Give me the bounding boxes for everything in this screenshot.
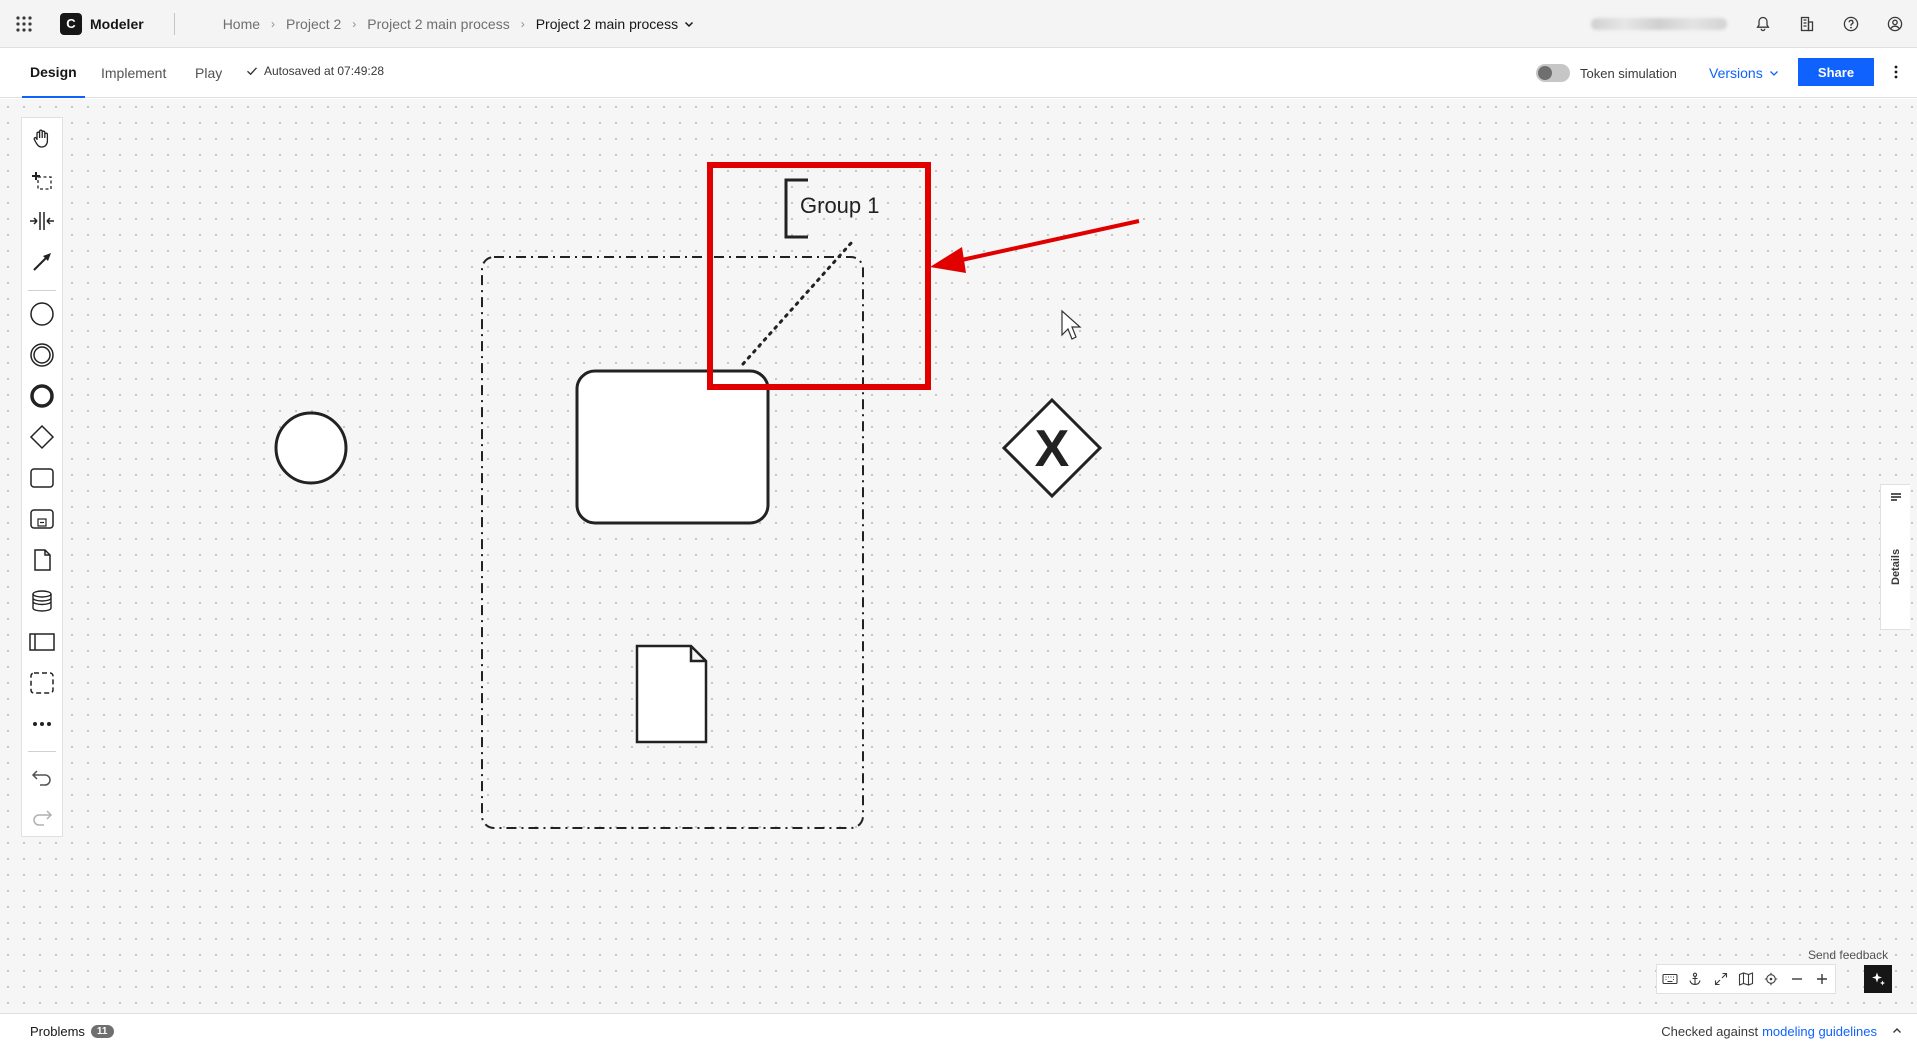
pool-tool-icon[interactable] bbox=[22, 624, 62, 660]
lasso-tool-icon[interactable] bbox=[22, 162, 62, 198]
subprocess-tool-icon[interactable] bbox=[22, 501, 62, 537]
send-feedback-link[interactable]: Send feedback bbox=[1808, 948, 1888, 962]
end-event-tool-icon[interactable] bbox=[22, 378, 62, 414]
zoom-out-icon[interactable] bbox=[1784, 964, 1809, 994]
token-simulation: Token simulation bbox=[1536, 48, 1677, 98]
ai-assistant-icon[interactable] bbox=[1864, 965, 1892, 993]
share-button[interactable]: Share bbox=[1798, 58, 1874, 86]
versions-label: Versions bbox=[1709, 65, 1763, 81]
autosave-text: Autosaved at 07:49:28 bbox=[264, 64, 385, 78]
help-icon[interactable] bbox=[1829, 0, 1873, 48]
versions-button[interactable]: Versions bbox=[1709, 48, 1779, 98]
reset-view-icon[interactable] bbox=[1759, 964, 1784, 994]
breadcrumb-project[interactable]: Project 2 bbox=[286, 16, 341, 32]
breadcrumb-separator: › bbox=[520, 16, 525, 31]
gateway-x-marker: X bbox=[1035, 420, 1070, 478]
problems-count-badge: 11 bbox=[90, 1024, 114, 1038]
breadcrumb-home[interactable]: Home bbox=[223, 16, 260, 32]
mouse-cursor-icon bbox=[1061, 309, 1082, 340]
building-icon[interactable] bbox=[1785, 0, 1829, 48]
hand-tool-icon[interactable] bbox=[22, 121, 62, 157]
data-object-tool-icon[interactable] bbox=[22, 542, 62, 578]
tool-palette bbox=[21, 117, 63, 837]
modeling-guidelines-link[interactable]: modeling guidelines bbox=[1762, 1024, 1877, 1039]
start-event-tool-icon[interactable] bbox=[22, 296, 62, 332]
undo-icon[interactable] bbox=[22, 759, 62, 795]
intermediate-event-tool-icon[interactable] bbox=[22, 337, 62, 373]
token-simulation-label: Token simulation bbox=[1580, 65, 1677, 81]
start-event[interactable] bbox=[274, 411, 348, 485]
camunda-logo: C bbox=[60, 12, 82, 35]
guidelines-status: Checked against modeling guidelines bbox=[1661, 1014, 1877, 1047]
canvas-controls bbox=[1656, 964, 1836, 994]
breadcrumb-separator: › bbox=[271, 16, 276, 31]
tab-implement[interactable]: Implement bbox=[101, 48, 166, 98]
app-name: Modeler bbox=[90, 15, 144, 32]
breadcrumb-process[interactable]: Project 2 main process bbox=[367, 16, 509, 32]
chevron-down-icon bbox=[1769, 71, 1778, 76]
mode-toolbar: Design Implement Play Autosaved at 07:49… bbox=[0, 48, 1917, 98]
chevron-up-icon[interactable] bbox=[1885, 1014, 1909, 1047]
problems-tab[interactable]: Problems 11 bbox=[30, 1014, 114, 1047]
checked-prefix: Checked against bbox=[1661, 1023, 1759, 1039]
space-tool-icon[interactable] bbox=[22, 203, 62, 239]
palette-separator bbox=[28, 290, 56, 291]
data-store-tool-icon[interactable] bbox=[22, 583, 62, 619]
details-label: Details bbox=[1890, 548, 1902, 586]
palette-separator bbox=[28, 751, 56, 752]
user-avatar-icon[interactable] bbox=[1873, 0, 1917, 48]
task-tool-icon[interactable] bbox=[22, 460, 62, 496]
overflow-menu-icon[interactable] bbox=[1884, 58, 1908, 86]
gateway-tool-icon[interactable] bbox=[22, 419, 62, 455]
breadcrumb-separator: › bbox=[352, 16, 357, 31]
token-simulation-toggle[interactable] bbox=[1536, 64, 1570, 82]
panel-menu-icon[interactable] bbox=[1889, 491, 1903, 510]
status-footer: Problems 11 Checked against modeling gui… bbox=[0, 1013, 1917, 1047]
minimap-icon[interactable] bbox=[1733, 964, 1758, 994]
data-object-shape[interactable] bbox=[635, 644, 708, 744]
keyboard-icon[interactable] bbox=[1657, 964, 1682, 994]
user-name-blurred bbox=[1591, 18, 1727, 30]
header-divider bbox=[173, 12, 175, 35]
header-actions bbox=[1591, 0, 1917, 48]
breadcrumb-current[interactable]: Project 2 main process bbox=[536, 16, 694, 32]
breadcrumb-current-label: Project 2 main process bbox=[535, 15, 679, 32]
more-tools-icon[interactable] bbox=[22, 706, 62, 742]
diagram-canvas[interactable]: X Group 1 bbox=[0, 99, 1917, 1013]
redo-icon[interactable] bbox=[22, 799, 62, 835]
group-tool-icon[interactable] bbox=[22, 665, 62, 701]
fullscreen-icon[interactable] bbox=[1708, 964, 1733, 994]
task-shape[interactable] bbox=[575, 369, 770, 525]
highlight-arrow bbox=[956, 219, 1140, 263]
anchor-icon[interactable] bbox=[1682, 964, 1707, 994]
diagram-svg: X Group 1 bbox=[274, 162, 1140, 829]
association-line[interactable] bbox=[741, 240, 854, 366]
autosave-status: Autosaved at 07:49:28 bbox=[246, 48, 384, 94]
app-header: C Modeler Home › Project 2 › Project 2 m… bbox=[0, 0, 1917, 48]
breadcrumb: Home › Project 2 › Project 2 main proces… bbox=[223, 16, 694, 32]
zoom-in-icon[interactable] bbox=[1810, 964, 1835, 994]
brand[interactable]: C Modeler bbox=[60, 12, 144, 35]
connect-tool-icon[interactable] bbox=[22, 244, 62, 280]
checkmark-icon bbox=[247, 67, 258, 76]
group-label[interactable]: Group 1 bbox=[800, 193, 880, 218]
details-panel[interactable]: Details bbox=[1880, 484, 1910, 630]
tab-design[interactable]: Design bbox=[22, 48, 85, 98]
problems-label: Problems bbox=[30, 1023, 85, 1039]
chevron-down-icon bbox=[685, 21, 694, 27]
tab-play[interactable]: Play bbox=[195, 48, 222, 98]
bell-icon[interactable] bbox=[1741, 0, 1785, 48]
apps-grid-icon[interactable] bbox=[0, 0, 48, 48]
highlight-arrowhead bbox=[930, 247, 966, 273]
